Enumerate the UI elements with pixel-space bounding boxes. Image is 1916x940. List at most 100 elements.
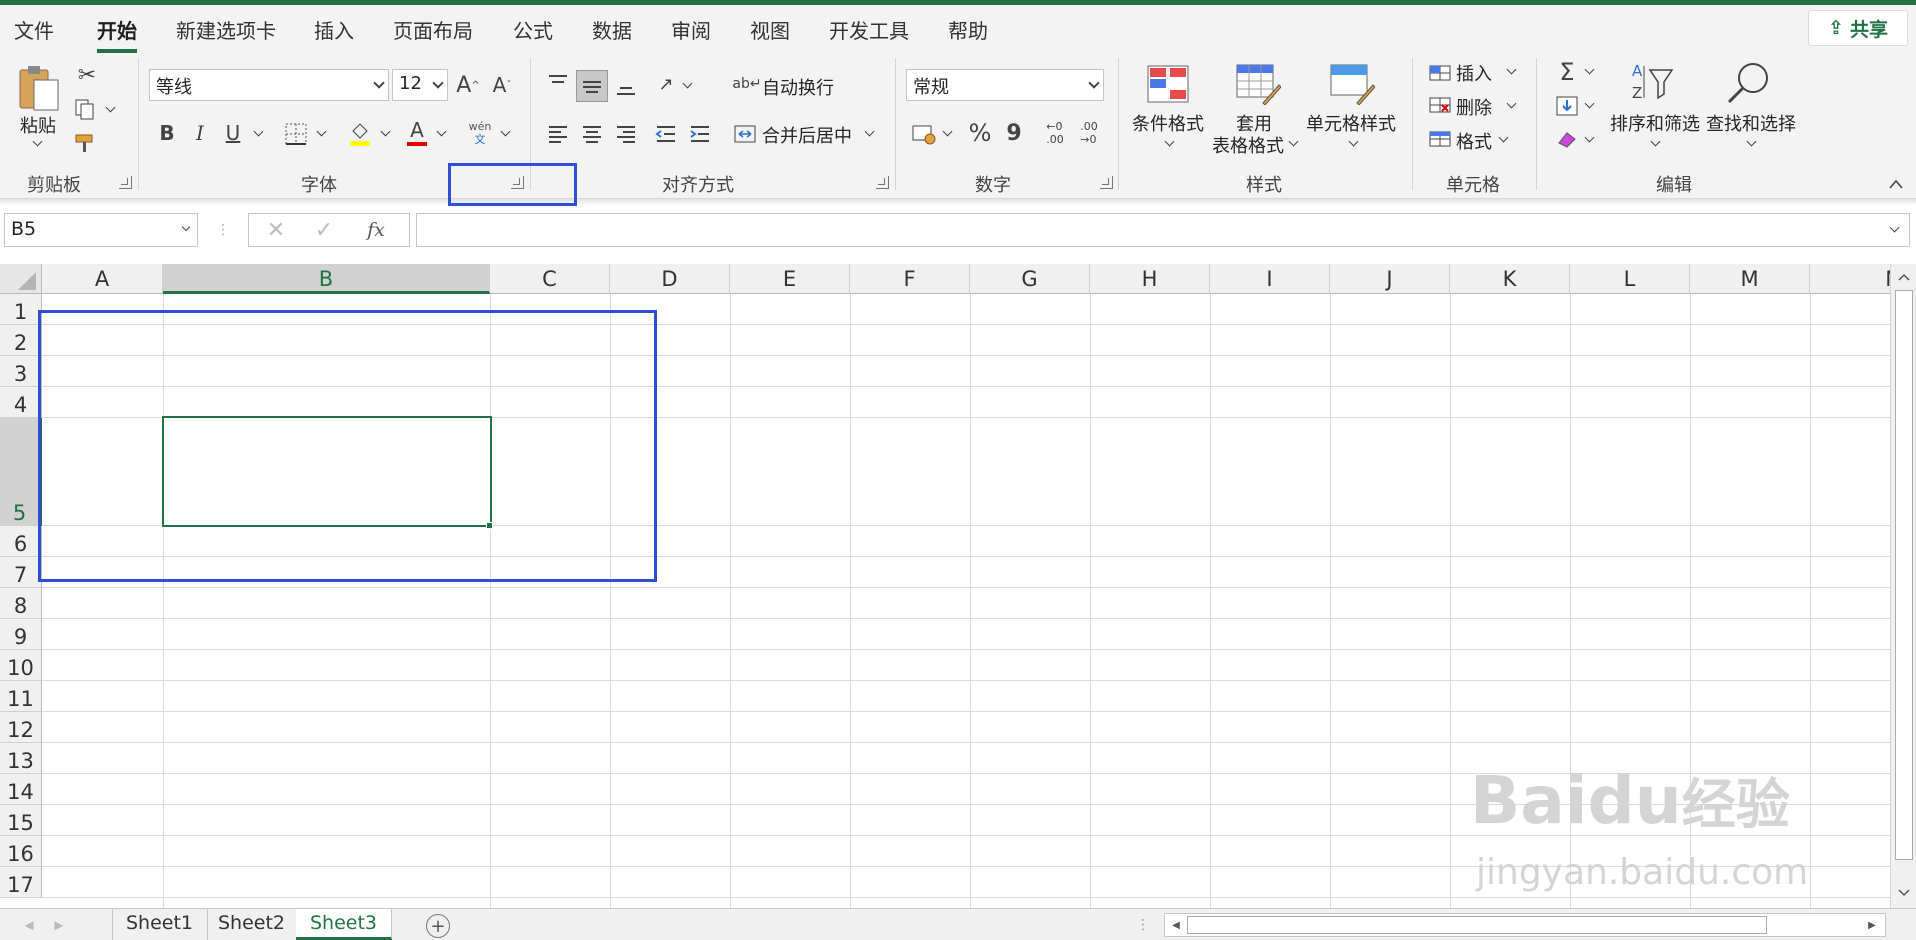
fill-icon[interactable] (1554, 94, 1580, 118)
increase-indent-icon[interactable] (686, 120, 714, 148)
find-select-label[interactable]: 查找和选择 (1706, 110, 1796, 136)
row-header-14[interactable]: 14 (0, 774, 42, 805)
column-header-b[interactable]: B (163, 264, 490, 294)
align-left-icon[interactable] (544, 120, 572, 148)
row-header-15[interactable]: 15 (0, 805, 42, 836)
grow-font-icon[interactable]: A ^ (454, 70, 482, 100)
conditional-format-label[interactable]: 条件格式 (1132, 110, 1204, 136)
accounting-format-icon[interactable] (910, 120, 938, 148)
delete-cells-icon[interactable] (1428, 94, 1452, 116)
column-header-j[interactable]: J (1330, 264, 1450, 294)
insert-function-button[interactable]: fx (361, 216, 391, 244)
vertical-scrollbar[interactable] (1890, 264, 1916, 910)
column-header-a[interactable]: A (42, 264, 163, 294)
column-header-n[interactable]: N (1810, 264, 1890, 294)
row-header-5[interactable]: 5 (0, 418, 42, 526)
decrease-decimal-icon[interactable]: .00 →0 (1074, 116, 1104, 150)
shrink-font-icon[interactable]: Aˇ (488, 70, 516, 100)
cut-icon[interactable]: ✂ (74, 62, 100, 88)
formula-bar-grip-icon[interactable]: ⋮ (216, 216, 230, 244)
tab-file[interactable]: 文件 (14, 15, 54, 44)
percent-button[interactable]: % (966, 118, 994, 148)
wrap-text-label[interactable]: 自动换行 (762, 74, 834, 100)
row-header-7[interactable]: 7 (0, 557, 42, 588)
column-header-k[interactable]: K (1450, 264, 1570, 294)
scroll-left-icon[interactable]: ◀ (1167, 916, 1185, 934)
sheet-tab-sheet1[interactable]: Sheet1 (112, 909, 209, 940)
format-painter-icon[interactable] (72, 130, 98, 156)
scroll-right-icon[interactable]: ▶ (1863, 916, 1881, 934)
alignment-launcher-icon[interactable] (876, 176, 889, 189)
tab-view[interactable]: 视图 (750, 15, 790, 44)
column-header-e[interactable]: E (730, 264, 850, 294)
row-header-4[interactable]: 4 (0, 387, 42, 418)
cell-styles-icon[interactable] (1328, 62, 1376, 106)
clipboard-launcher-icon[interactable] (119, 176, 132, 189)
name-box[interactable]: B5 (4, 213, 198, 247)
row-header-13[interactable]: 13 (0, 743, 42, 774)
paste-icon[interactable] (16, 62, 62, 112)
format-as-table-icon[interactable] (1234, 62, 1282, 106)
row-header-1[interactable]: 1 (0, 294, 42, 325)
column-header-g[interactable]: G (970, 264, 1090, 294)
phonetic-icon[interactable]: wén 文 (465, 118, 495, 148)
row-header-11[interactable]: 11 (0, 681, 42, 712)
row-header-2[interactable]: 2 (0, 325, 42, 356)
tab-insert[interactable]: 插入 (314, 15, 354, 44)
select-all-button[interactable] (0, 264, 42, 294)
scroll-up-icon[interactable] (1895, 268, 1913, 286)
column-header-l[interactable]: L (1570, 264, 1690, 294)
underline-button[interactable]: U (220, 118, 246, 148)
format-cells-icon[interactable] (1428, 128, 1452, 150)
bold-button[interactable]: B (154, 118, 180, 148)
orientation-icon[interactable]: ↗ (652, 70, 680, 98)
column-header-f[interactable]: F (850, 264, 970, 294)
clear-icon[interactable] (1554, 126, 1580, 150)
cell-styles-label[interactable]: 单元格样式 (1306, 110, 1396, 136)
copy-icon[interactable] (72, 96, 98, 122)
row-header-17[interactable]: 17 (0, 867, 42, 898)
format-table-label-2[interactable]: 表格格式 (1212, 132, 1284, 158)
tab-review[interactable]: 审阅 (671, 15, 711, 44)
insert-cells-label[interactable]: 插入 (1456, 60, 1492, 86)
find-select-icon[interactable] (1724, 60, 1772, 106)
tab-formulas[interactable]: 公式 (513, 15, 553, 44)
vertical-scroll-thumb[interactable] (1895, 290, 1913, 860)
number-launcher-icon[interactable] (1100, 176, 1113, 189)
expand-formula-icon[interactable] (1889, 222, 1900, 233)
collapse-ribbon-icon[interactable] (1886, 176, 1906, 192)
decrease-indent-icon[interactable] (652, 120, 680, 148)
sheet-tab-sheet2[interactable]: Sheet2 (204, 909, 301, 940)
align-bottom-icon[interactable] (612, 72, 640, 100)
align-right-icon[interactable] (612, 120, 640, 148)
fill-color-icon[interactable] (346, 118, 374, 148)
align-center-icon[interactable] (578, 120, 606, 148)
merge-center-icon[interactable] (732, 120, 758, 148)
number-format-combo[interactable]: 常规 (906, 69, 1104, 101)
column-header-h[interactable]: H (1090, 264, 1210, 294)
sort-filter-label[interactable]: 排序和筛选 (1610, 110, 1700, 136)
align-middle-icon[interactable] (576, 70, 608, 102)
row-header-12[interactable]: 12 (0, 712, 42, 743)
wrap-text-icon[interactable]: ab↵ (732, 70, 761, 98)
horizontal-scroll-thumb[interactable] (1187, 916, 1767, 934)
row-header-6[interactable]: 6 (0, 526, 42, 557)
delete-cells-label[interactable]: 删除 (1456, 94, 1492, 120)
cancel-icon[interactable]: ✕ (263, 216, 289, 244)
row-header-8[interactable]: 8 (0, 588, 42, 619)
conditional-format-icon[interactable] (1146, 62, 1190, 106)
border-icon[interactable] (282, 120, 310, 148)
row-header-10[interactable]: 10 (0, 650, 42, 681)
formula-input[interactable] (416, 213, 1910, 247)
insert-cells-icon[interactable] (1428, 62, 1452, 84)
merge-center-label[interactable]: 合并后居中 (762, 122, 852, 148)
column-header-i[interactable]: I (1210, 264, 1330, 294)
share-button[interactable]: ⇪ 共享 (1808, 10, 1908, 46)
format-cells-label[interactable]: 格式 (1456, 128, 1492, 154)
tab-data[interactable]: 数据 (592, 15, 632, 44)
align-top-icon[interactable] (544, 70, 572, 98)
sort-filter-icon[interactable]: AZ (1630, 60, 1676, 106)
add-sheet-icon[interactable]: + (426, 914, 450, 938)
font-name-combo[interactable]: 等线 (149, 69, 389, 101)
tab-page-layout[interactable]: 页面布局 (393, 15, 473, 44)
